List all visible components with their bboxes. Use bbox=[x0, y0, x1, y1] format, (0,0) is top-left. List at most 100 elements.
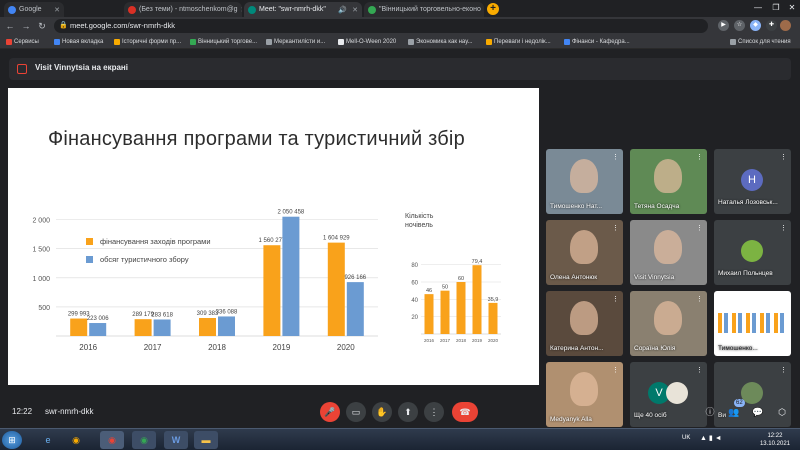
bookmark-historic[interactable]: Історичні форми пр... bbox=[114, 36, 181, 48]
bookmark-new-tab[interactable]: Новая вкладка bbox=[54, 36, 103, 48]
chrome-icon: ◉ bbox=[108, 435, 116, 445]
taskbar-ie[interactable]: e bbox=[36, 431, 60, 449]
language-indicator[interactable]: UK bbox=[682, 435, 690, 441]
participant-tile[interactable]: Тимошенко... bbox=[714, 291, 791, 356]
close-icon[interactable]: ✕ bbox=[54, 6, 60, 14]
participant-tile[interactable]: H ⋮ Наталья Лозовськ... bbox=[714, 149, 791, 214]
data-label: 1 604 929 bbox=[323, 236, 350, 242]
data-label: 35,9 bbox=[488, 297, 499, 303]
participant-tile[interactable]: ⋮ Тетяна Осадча bbox=[630, 149, 707, 214]
raise-hand-button[interactable]: ✋ bbox=[372, 402, 392, 422]
url-text: meet.google.com/swr-nmrh-dkk bbox=[70, 21, 176, 30]
avatar: H bbox=[741, 169, 763, 191]
taskbar-chrome-2[interactable]: ◉ bbox=[132, 431, 156, 449]
people-button[interactable]: 👥 62 bbox=[724, 399, 745, 422]
y-tick-label: 2 000 bbox=[32, 218, 50, 225]
gmail-icon bbox=[128, 5, 136, 14]
participant-video bbox=[570, 301, 598, 335]
mic-off-button[interactable]: 🎤 bbox=[320, 402, 340, 422]
participant-tile[interactable]: ⋮ Катерина Антон... bbox=[546, 291, 623, 356]
y-tick-label: 60 bbox=[411, 281, 418, 287]
start-button[interactable]: ⊞ bbox=[2, 431, 22, 449]
bar bbox=[263, 245, 281, 336]
extension-icon[interactable]: ◆ bbox=[750, 20, 761, 31]
tab-google[interactable]: Google ✕ bbox=[4, 2, 64, 17]
legend-label: фінансування заходів програми bbox=[100, 237, 211, 246]
tab-vteu[interactable]: "Вінницький торговельно-еконо ✕ bbox=[364, 2, 484, 17]
present-screen-icon bbox=[17, 64, 27, 74]
participant-video bbox=[570, 230, 598, 264]
windows-taskbar: ⊞ e ◉ ◉ ◉ W ▬ UK ▲ ▮ ◄ 12:22 13.10.2021 bbox=[0, 428, 800, 450]
bookmark-advantages[interactable]: Переваги і недолік... bbox=[486, 36, 551, 48]
participant-tile[interactable]: ⋮ Сораїна Юлія bbox=[630, 291, 707, 356]
folder-icon: ▬ bbox=[201, 435, 211, 445]
participant-tile[interactable]: ⋮ Олена Антонюк bbox=[546, 220, 623, 285]
bookmark-mercantilists[interactable]: Меркантилісти и... bbox=[266, 36, 325, 48]
taskbar-chrome-alt[interactable]: ◉ bbox=[64, 431, 88, 449]
reading-list[interactable]: Список для чтения bbox=[730, 36, 791, 48]
reading-list-label: Список для чтения bbox=[738, 39, 791, 45]
flag-icon: ▲ bbox=[700, 435, 707, 442]
bar bbox=[488, 302, 498, 334]
tab-meet[interactable]: Meet: "swr-nmrh-dkk" 🔊 ✕ bbox=[244, 2, 362, 17]
clock-date: 13.10.2021 bbox=[759, 441, 790, 447]
bar bbox=[440, 290, 450, 334]
mic-muted-icon: ⋮ bbox=[612, 154, 619, 161]
mic-muted-icon: ⋮ bbox=[696, 296, 703, 303]
browser-tab-strip: Google ✕ (Без теми) - ntmoschenkom@g ✕ M… bbox=[0, 0, 800, 17]
taskbar-explorer[interactable]: ▬ bbox=[194, 431, 218, 449]
bookmark-services[interactable]: Сервисы bbox=[6, 36, 39, 48]
close-window-icon[interactable]: ✕ bbox=[786, 2, 798, 14]
address-bar[interactable]: 🔒 meet.google.com/swr-nmrh-dkk bbox=[54, 19, 708, 33]
bookmark-finance[interactable]: Фінанси - Кафедра... bbox=[564, 36, 630, 48]
folder-icon bbox=[114, 39, 120, 45]
data-label: 283 618 bbox=[151, 312, 173, 318]
participant-name: Михаил Польнцев bbox=[718, 270, 773, 277]
y-tick-label: 1 500 bbox=[32, 247, 50, 254]
x-tick-label: 2017 bbox=[144, 343, 162, 352]
tab-label: Google bbox=[19, 6, 42, 13]
tab-gmail[interactable]: (Без теми) - ntmoschenkom@g ✕ bbox=[124, 2, 242, 17]
presentation-slide: Фінансування програми та туристичний збі… bbox=[8, 88, 539, 385]
bookmark-label: Сервисы bbox=[14, 39, 39, 45]
avatar bbox=[741, 240, 763, 262]
nights-chart: Кількістьночівель 20 40 60 80 46 2016 50 2017 60 2… bbox=[405, 212, 501, 343]
phone-hangup-icon: ☎ bbox=[459, 407, 471, 417]
reload-icon[interactable]: ↻ bbox=[36, 20, 48, 32]
new-tab-button[interactable]: + bbox=[487, 3, 499, 15]
system-clock[interactable]: 12:22 13.10.2021 bbox=[760, 432, 790, 448]
close-icon[interactable]: ✕ bbox=[241, 6, 242, 14]
y-tick-label: 80 bbox=[411, 263, 418, 269]
taskbar-word[interactable]: W bbox=[164, 431, 188, 449]
profile-avatar[interactable] bbox=[780, 20, 791, 31]
more-options-button[interactable]: ⋮ bbox=[424, 402, 444, 422]
video-icon[interactable]: ▶ bbox=[718, 20, 729, 31]
participant-video bbox=[654, 230, 682, 264]
speaker-icon[interactable]: 🔊 bbox=[338, 6, 347, 14]
present-button[interactable]: ⬆ bbox=[398, 402, 418, 422]
taskbar-chrome[interactable]: ◉ bbox=[100, 431, 124, 449]
star-icon[interactable]: ☆ bbox=[734, 20, 745, 31]
participant-name: Сораїна Юлія bbox=[634, 345, 676, 352]
bookmark-mell-o-ween[interactable]: Mell-O-Ween 2020 bbox=[338, 36, 396, 48]
close-icon[interactable]: ✕ bbox=[352, 6, 358, 14]
participant-tile[interactable]: ⋮ Тимошенко Нат... bbox=[546, 149, 623, 214]
chat-button[interactable]: 💬 bbox=[748, 402, 768, 422]
activities-button[interactable]: ⬡ bbox=[772, 402, 792, 422]
forward-icon[interactable]: → bbox=[20, 20, 32, 32]
tray-icons[interactable]: ▲ ▮ ◄ bbox=[700, 434, 722, 442]
minimize-icon[interactable]: — bbox=[752, 2, 764, 14]
maximize-icon[interactable]: ❐ bbox=[770, 2, 782, 14]
participant-tile[interactable]: ⋮ Михаил Польнцев bbox=[714, 220, 791, 285]
bookmark-economics[interactable]: Экономика как нау... bbox=[408, 36, 473, 48]
participant-tile[interactable]: ⋮ Visit Vinnytsia bbox=[630, 220, 707, 285]
bookmark-vteu[interactable]: Вінницький торгове... bbox=[190, 36, 257, 48]
chrome-icon: ◉ bbox=[140, 435, 148, 445]
folder-icon bbox=[486, 39, 492, 45]
camera-button[interactable]: ▭ bbox=[346, 402, 366, 422]
meeting-code: swr-nmrh-dkk bbox=[45, 407, 94, 416]
back-icon[interactable]: ← bbox=[4, 20, 16, 32]
info-button[interactable]: ⓘ bbox=[700, 402, 720, 422]
puzzle-icon[interactable]: ✚ bbox=[766, 20, 777, 31]
leave-call-button[interactable]: ☎ bbox=[452, 402, 478, 422]
